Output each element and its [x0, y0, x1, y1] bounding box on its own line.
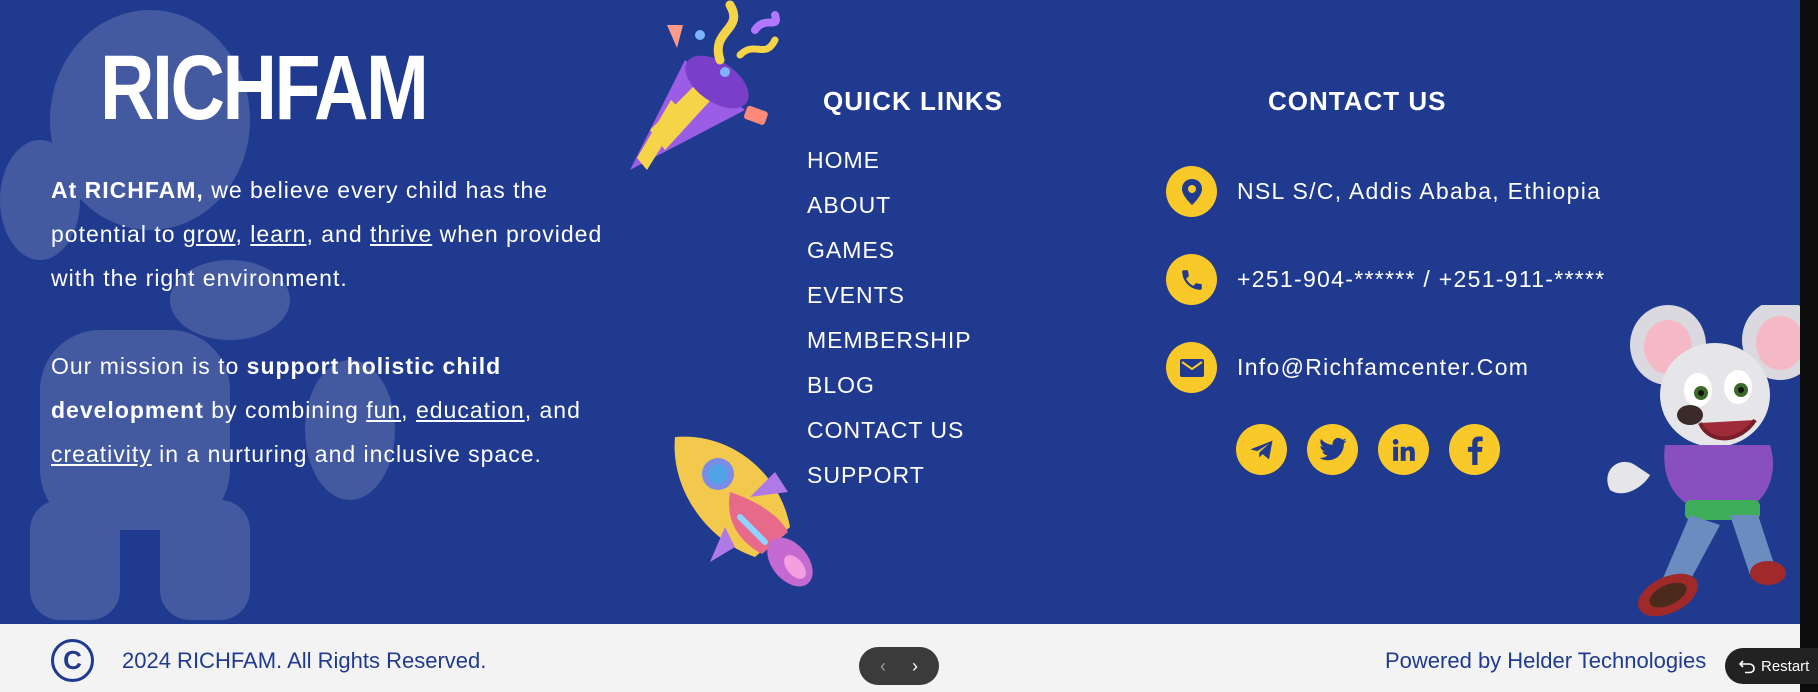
location-pin-icon	[1166, 166, 1217, 217]
footer-main: RICHFAM At RICHFAM, we believe every chi…	[0, 0, 1800, 624]
contact-email: Info@Richfamcenter.Com	[1166, 342, 1529, 393]
keyword-grow: grow	[182, 221, 236, 247]
mail-icon	[1166, 342, 1217, 393]
quick-link-membership[interactable]: MEMBERSHIP	[807, 326, 972, 371]
chevron-right-icon[interactable]: ›	[912, 656, 918, 677]
quick-link-about[interactable]: ABOUT	[807, 191, 972, 236]
phone-text: +251-904-****** / +251-911-*****	[1237, 266, 1606, 292]
about-text: At RICHFAM, we believe every child has t…	[51, 168, 651, 476]
about-text-segment: Our mission is to	[51, 353, 247, 379]
keyword-fun: fun	[366, 397, 402, 423]
keyword-education: education	[415, 397, 525, 423]
brand-logo[interactable]: RICHFAM	[100, 42, 429, 134]
quick-link-home[interactable]: HOME	[807, 146, 972, 191]
phone-icon	[1166, 254, 1217, 305]
mouse-mascot-illustration	[1607, 305, 1800, 617]
about-brand-highlight: At RICHFAM,	[51, 177, 204, 203]
contact-address: NSL S/C, Addis Ababa, Ethiopia	[1166, 166, 1601, 217]
powered-by-text[interactable]: Powered by Helder Technologies	[1385, 648, 1706, 674]
chevron-left-icon[interactable]: ‹	[880, 656, 886, 677]
quick-links-list: HOME ABOUT GAMES EVENTS MEMBERSHIP BLOG …	[807, 146, 972, 506]
party-popper-illustration	[630, 0, 780, 170]
quick-link-games[interactable]: GAMES	[807, 236, 972, 281]
restart-button[interactable]: Restart	[1725, 648, 1818, 684]
restart-label: Restart	[1761, 657, 1810, 675]
about-text-segment: ,	[235, 221, 251, 247]
about-paragraph-1: At RICHFAM, we believe every child has t…	[51, 168, 651, 300]
about-text-segment: , and	[524, 397, 581, 423]
copyright-icon: C	[51, 639, 94, 682]
quick-link-support[interactable]: SUPPORT	[807, 461, 972, 506]
copyright-text: 2024 RICHFAM. All Rights Reserved.	[122, 648, 487, 673]
rocket-illustration	[674, 436, 813, 587]
about-paragraph-2: Our mission is to support holistic child…	[51, 344, 651, 476]
about-text-segment: in a nurturing and inclusive space.	[151, 441, 542, 467]
about-text-segment: ,	[401, 397, 416, 423]
linkedin-icon[interactable]	[1378, 424, 1429, 475]
undo-icon	[1739, 660, 1755, 674]
keyword-thrive: thrive	[370, 221, 433, 247]
quick-link-events[interactable]: EVENTS	[807, 281, 972, 326]
social-links	[1236, 424, 1500, 475]
address-text: NSL S/C, Addis Ababa, Ethiopia	[1237, 178, 1602, 204]
window-edge	[1800, 0, 1818, 692]
email-link[interactable]: Info@Richfamcenter.Com	[1237, 354, 1529, 381]
twitter-icon[interactable]	[1307, 424, 1358, 475]
keyword-creativity: creativity	[51, 441, 152, 467]
contact-us-title: CONTACT US	[1268, 86, 1447, 116]
quick-link-contact-us[interactable]: CONTACT US	[807, 416, 972, 461]
telegram-icon[interactable]	[1236, 424, 1287, 475]
about-text-segment: by combining	[203, 397, 367, 423]
quick-links-title: QUICK LINKS	[823, 86, 1003, 116]
slide-pager: ‹ ›	[859, 647, 939, 685]
facebook-icon[interactable]	[1449, 424, 1500, 475]
quick-link-blog[interactable]: BLOG	[807, 371, 972, 416]
contact-phone: +251-904-****** / +251-911-*****	[1166, 254, 1606, 305]
keyword-learn: learn	[250, 221, 307, 247]
about-text-segment: , and	[306, 221, 370, 247]
